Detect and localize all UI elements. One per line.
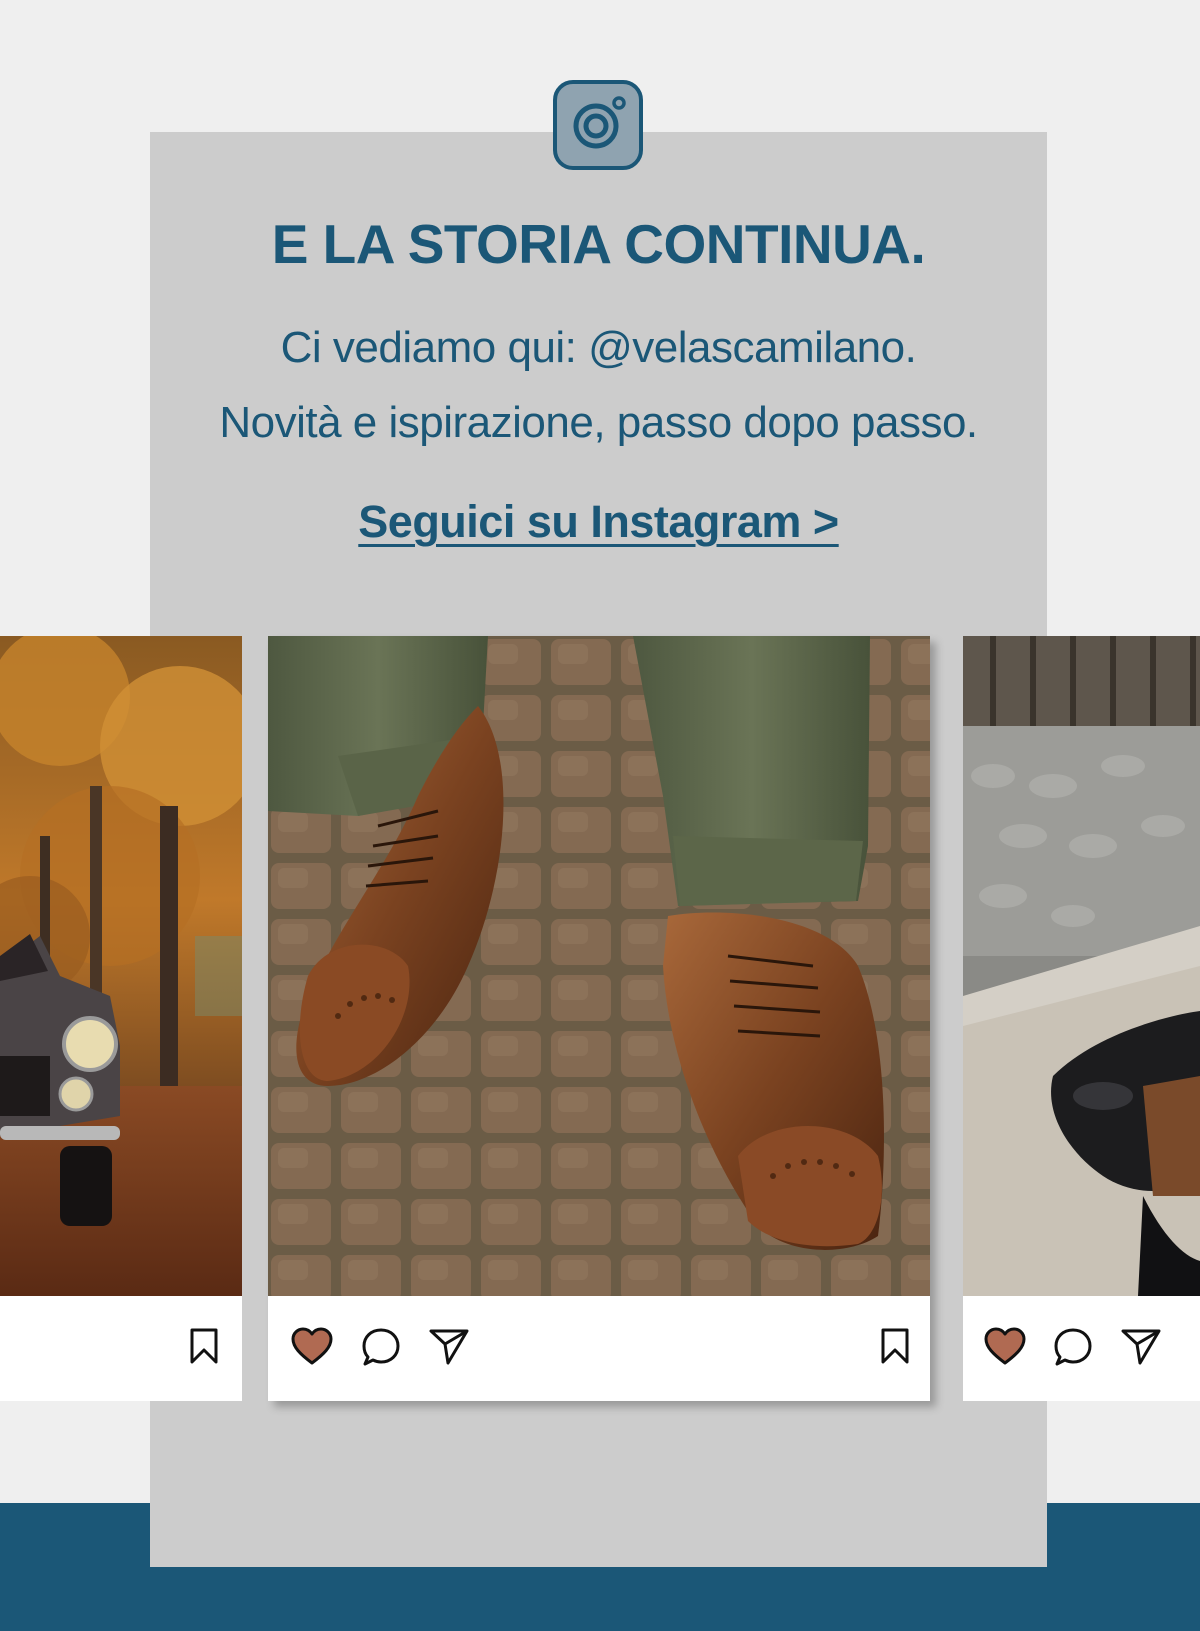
post-actions-main: [268, 1296, 930, 1401]
heart-icon[interactable]: [983, 1326, 1027, 1366]
send-icon[interactable]: [1120, 1326, 1162, 1366]
comment-icon[interactable]: [360, 1326, 402, 1368]
subtitle-line-2: Novità e ispirazione, passo dopo passo.: [219, 398, 978, 447]
post-actions-left: [0, 1296, 242, 1401]
instagram-icon[interactable]: [553, 80, 643, 170]
cta-container: Seguici su Instagram >: [150, 496, 1047, 548]
post-photo-car[interactable]: [0, 636, 242, 1296]
section-title: E LA STORIA CONTINUA.: [271, 213, 926, 275]
post-actions-right: [963, 1296, 1200, 1401]
follow-instagram-link[interactable]: Seguici su Instagram >: [358, 496, 839, 547]
subtitle-line-1: Ci vediamo qui: @velascamilano.: [280, 323, 917, 372]
instagram-post-main[interactable]: [268, 636, 930, 1401]
post-photo-black-shoes[interactable]: [963, 636, 1200, 1296]
bookmark-icon[interactable]: [879, 1327, 911, 1365]
instagram-post-right[interactable]: [963, 636, 1200, 1401]
post-photo-shoes[interactable]: [268, 636, 930, 1296]
send-icon[interactable]: [428, 1326, 470, 1366]
instagram-post-left[interactable]: [0, 636, 242, 1401]
heart-icon[interactable]: [290, 1326, 334, 1366]
comment-icon[interactable]: [1052, 1326, 1094, 1368]
bookmark-icon[interactable]: [188, 1327, 220, 1365]
